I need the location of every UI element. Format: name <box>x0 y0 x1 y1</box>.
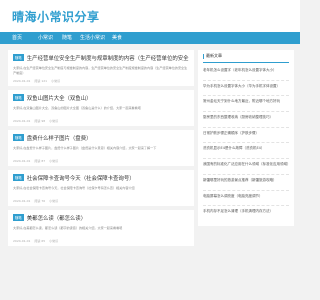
nav-item-life-tips[interactable]: 生活小常识 <box>80 34 105 41</box>
post-date: 2024-01-01 <box>13 159 31 163</box>
post-meta: 2024-01-01 阅读 98 小常识 <box>13 119 189 123</box>
post-excerpt: 大家好,在生产经营单位安全生产制度与规章制度的内容，生产经营单位的安全生产制度规… <box>13 66 188 75</box>
sidebar-link[interactable]: 华为手机怎么设置字体大小（华为手机字体设置） <box>203 81 289 97</box>
sidebar-link[interactable]: 我国有的标准化广泛应用在什么领域（标准化应用领域） <box>203 159 289 175</box>
post-views: 阅读 76 <box>34 199 46 203</box>
post-excerpt: 大家好,在双鱼山图片大全，双鱼山的图片大全图（双鱼山是什么）的介绍，大家一起来看… <box>13 106 141 110</box>
post-meta: 2024-01-01 阅读 76 小常识 <box>13 199 189 203</box>
sidebar-link[interactable]: 洗衣机显示E4是什么故障（洗衣机E4） <box>203 143 289 160</box>
post-views: 阅读 121 <box>34 79 48 83</box>
post-card: 随笔 社会保障卡查询号今天（社会保障卡查询号） 大家好,在社会保障卡查询号今天，… <box>8 170 194 206</box>
post-list: 随笔 生产经营单位安全生产制度与规章制度的内容（生产经营单位的安全 大家好,在生… <box>8 50 194 250</box>
post-tag[interactable]: 小常识 <box>49 239 58 243</box>
sidebar-latest-posts: 最新文章 老年机怎么设置字（老年机怎么设置字体大小） 华为手机怎么设置字体大小（… <box>198 50 294 226</box>
post-title[interactable]: 美都怎么读（都怎么读） <box>27 214 86 222</box>
post-date: 2024-01-01 <box>13 239 31 243</box>
site-title[interactable]: 晴海小常识分享 <box>12 8 100 25</box>
nav-item-home[interactable]: 首页 <box>12 34 22 41</box>
post-meta: 2024-01-01 阅读 121 小常识 <box>13 79 189 83</box>
sidebar-link[interactable]: 日常护肤步骤正确顺序（护肤步骤） <box>203 128 289 144</box>
post-card: 随笔 盘费什么样子图片（盘费） 大家好,在盘费什么样子图片，盘费什么样子图片（盘… <box>8 130 194 166</box>
post-card: 随笔 双鱼山图片大全（双鱼山） 大家好,在双鱼山图片大全，双鱼山的图片大全图（双… <box>8 90 194 126</box>
sidebar-link[interactable]: 厨房里的东西整理收纳（厨房收纳整理技巧） <box>203 112 289 128</box>
nav-item-tips[interactable]: 小常识 <box>38 34 53 41</box>
post-excerpt: 大家好,在美都怎么读，都怎么读（都字的读音）的相关介绍，大家一起来看看吧 <box>13 226 123 230</box>
post-meta: 2024-01-01 阅读 87 小常识 <box>13 159 189 163</box>
post-title[interactable]: 盘费什么样子图片（盘费） <box>27 134 92 142</box>
category-badge[interactable]: 随笔 <box>13 174 24 181</box>
post-tag[interactable]: 小常识 <box>49 159 58 163</box>
post-card: 随笔 美都怎么读（都怎么读） 大家好,在美都怎么读，都怎么读（都字的读音）的相关… <box>8 210 194 246</box>
post-excerpt: 大家好,在盘费什么样子图片，盘费什么样子图片（盘费是什么意思）相关内容介绍，大家… <box>13 146 157 150</box>
main-nav: 首页 小常识 随笔 生活小常识 美食 <box>0 32 300 44</box>
heading-bar <box>203 53 204 59</box>
site-header: 晴海小常识分享 <box>0 0 300 32</box>
post-card: 随笔 生产经营单位安全生产制度与规章制度的内容（生产经营单位的安全 大家好,在生… <box>8 50 194 86</box>
category-badge[interactable]: 随笔 <box>13 214 24 221</box>
post-title[interactable]: 双鱼山图片大全（双鱼山） <box>27 94 92 102</box>
sidebar-link[interactable]: 老年机怎么设置字（老年机怎么设置字体大小） <box>203 65 289 81</box>
post-tag[interactable]: 小常识 <box>49 199 58 203</box>
post-meta: 2024-01-01 阅读 65 小常识 <box>13 239 189 243</box>
category-badge[interactable]: 随笔 <box>13 94 24 101</box>
post-views: 阅读 87 <box>34 159 46 163</box>
post-tag[interactable]: 小常识 <box>51 79 60 83</box>
post-views: 阅读 65 <box>34 239 46 243</box>
category-badge[interactable]: 随笔 <box>13 134 24 141</box>
post-title[interactable]: 社会保障卡查询号今天（社会保障卡查询号） <box>27 174 135 182</box>
post-excerpt: 大家好,在社会保障卡查询号今天，社会保障卡查询号（社保卡号码怎么查）相关内容介绍 <box>13 186 135 190</box>
sidebar-link[interactable]: 新疆哪里好玩的旅游景点推荐（新疆旅游攻略） <box>203 175 289 191</box>
category-badge[interactable]: 随笔 <box>13 54 24 61</box>
post-date: 2024-01-01 <box>13 199 31 203</box>
sidebar-link[interactable]: 手机内存不足怎么清理（手机清理内存方法） <box>203 206 289 222</box>
nav-item-essay[interactable]: 随笔 <box>62 34 72 41</box>
sidebar-heading: 最新文章 <box>203 53 289 63</box>
sidebar-link[interactable]: 常州金坛天宁到什么地方最近，附近哪个地方好玩 <box>203 96 289 113</box>
post-date: 2024-01-01 <box>13 79 31 83</box>
sidebar-link[interactable]: 电脑屏幕怎么调亮度（电脑亮度调节） <box>203 191 289 207</box>
nav-item-food[interactable]: 美食 <box>112 34 122 41</box>
post-title[interactable]: 生产经营单位安全生产制度与规章制度的内容（生产经营单位的安全 <box>27 54 189 62</box>
post-views: 阅读 98 <box>34 119 46 123</box>
post-tag[interactable]: 小常识 <box>49 119 58 123</box>
post-date: 2024-01-01 <box>13 119 31 123</box>
